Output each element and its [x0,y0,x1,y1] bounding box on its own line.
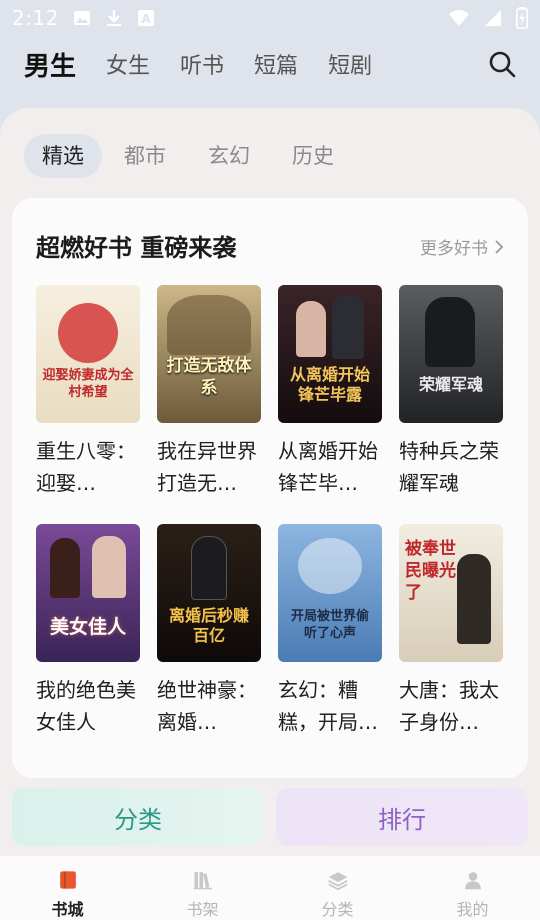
search-icon[interactable] [488,50,516,78]
tab-fantasy[interactable]: 玄幻 [208,134,250,178]
wifi-icon [449,10,469,26]
battery-icon [516,7,528,29]
bookshelf-icon [193,872,212,890]
top-tabs: 男生 女生 听书 短篇 短剧 [24,44,402,84]
status-time: 2:12 [12,6,59,30]
book-item[interactable]: 打造无敌体系 我在异世界打造无… [157,285,261,499]
book-cover: 从离婚开始锋芒毕露 [278,285,382,423]
main-panel: 精选 都市 玄幻 历史 超燃好书 重磅来袭 更多好书 迎娶娇妻成为全村希望 重生… [0,108,540,868]
book-item[interactable]: 离婚后秒赚百亿 绝世神豪：离婚… [157,524,261,738]
tab-female[interactable]: 女生 [106,48,150,80]
book-title: 我的绝色美女佳人 [36,678,136,734]
tab-short-drama[interactable]: 短剧 [328,48,372,80]
nav-category-label: 分类 [321,900,354,919]
book-cover: 被奉世民曝光了 [399,524,503,662]
nav-bookshelf[interactable]: 书架 [135,856,270,920]
book-cover-text: 被奉世民曝光了 [405,539,456,603]
tab-male[interactable]: 男生 [24,46,76,83]
book-cover: 美女佳人 [36,524,140,662]
status-bar: 2:12 A [0,0,540,36]
nav-bookstore-label: 书城 [51,900,84,919]
book-cover-text: 迎娶娇妻成为全村希望 [42,368,134,400]
book-title: 重生八零：迎娶… [36,439,136,495]
book-cover: 开局被世界偷听了心声 [278,524,382,662]
image-icon [73,11,90,25]
chevron-right-icon [495,239,504,254]
download-icon [106,10,121,26]
more-books-label: 更多好书 [420,239,488,259]
book-item[interactable]: 开局被世界偷听了心声 玄幻：糟糕，开局… [278,524,382,738]
category-button[interactable]: 分类 [12,788,264,846]
book-title: 绝世神豪：离婚… [157,678,257,734]
book-cover: 打造无敌体系 [157,285,261,423]
book-item[interactable]: 迎娶娇妻成为全村希望 重生八零：迎娶… [36,285,140,499]
book-cover-text: 美女佳人 [49,616,126,638]
signal-icon [485,10,501,26]
book-item[interactable]: 被奉世民曝光了 大唐：我太子身份… [399,524,503,738]
book-title: 我在异世界打造无… [157,439,257,495]
svg-text:A: A [141,12,151,26]
tab-urban[interactable]: 都市 [124,134,166,178]
book-cover: 迎娶娇妻成为全村希望 [36,285,140,423]
book-cover-text: 荣耀军魂 [418,375,483,394]
section-title: 超燃好书 重磅来袭 [36,234,237,262]
book-title: 大唐：我太子身份… [399,678,499,734]
tab-audiobook[interactable]: 听书 [180,48,224,80]
tab-featured[interactable]: 精选 [24,134,102,178]
user-icon [464,872,481,890]
ranking-button[interactable]: 排行 [276,788,528,846]
book-cover-text: 开局被世界偷听了心声 [290,609,369,641]
book-cover: 离婚后秒赚百亿 [157,524,261,662]
book-title: 玄幻：糟糕，开局… [278,678,378,734]
book-title: 特种兵之荣耀军魂 [399,439,499,495]
category-tabs: 精选 都市 玄幻 历史 [24,134,376,178]
nav-profile[interactable]: 我的 [405,856,540,920]
book-cover-text: 从离婚开始锋芒毕露 [289,365,370,404]
book-cover: 荣耀军魂 [399,285,503,423]
book-cover-text: 离婚后秒赚百亿 [169,606,250,645]
book-title: 从离婚开始锋芒毕… [278,439,378,495]
tab-short-story[interactable]: 短篇 [254,48,298,80]
book-item[interactable]: 从离婚开始锋芒毕露 从离婚开始锋芒毕… [278,285,382,499]
nav-bookshelf-label: 书架 [186,900,219,919]
nav-category[interactable]: 分类 [270,856,405,920]
nav-profile-label: 我的 [456,900,489,919]
recommend-card: 超燃好书 重磅来袭 更多好书 迎娶娇妻成为全村希望 重生八零：迎娶… 打造无敌体… [12,198,528,778]
book-cover-text: 打造无敌体系 [166,356,252,398]
tab-history[interactable]: 历史 [292,134,334,178]
notification-a-icon: A [137,10,154,26]
more-books-link[interactable]: 更多好书 [420,234,504,259]
nav-bookstore[interactable]: 书城 [0,856,135,920]
layers-icon [327,872,348,890]
bottom-nav: 书城 书架 分类 我的 [0,856,540,920]
book-item[interactable]: 荣耀军魂 特种兵之荣耀军魂 [399,285,503,499]
book-item[interactable]: 美女佳人 我的绝色美女佳人 [36,524,140,738]
book-store-icon [59,871,76,889]
